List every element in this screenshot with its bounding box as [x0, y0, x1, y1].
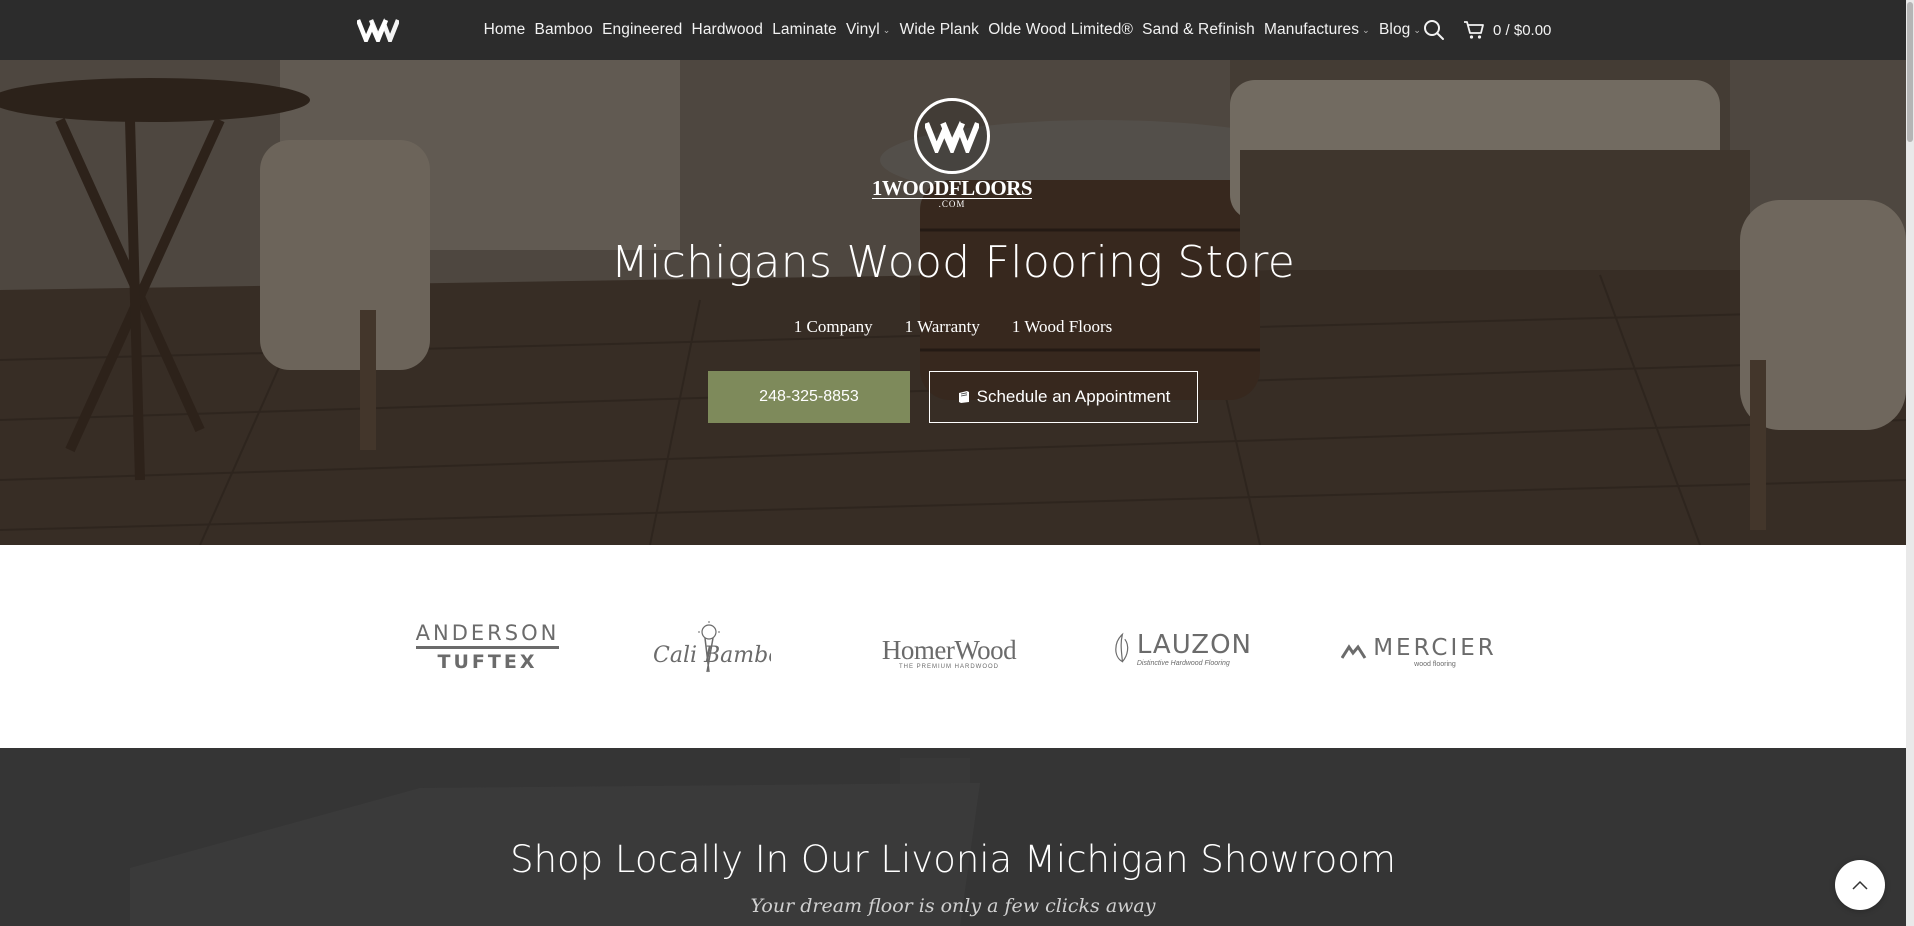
- brand-name: ANDERSON: [415, 621, 560, 649]
- nav-item-home[interactable]: Home: [479, 21, 530, 39]
- cart-icon: [1464, 21, 1484, 39]
- chevron-down-icon: ⌄: [1362, 24, 1370, 35]
- showroom-section: Shop Locally In Our Livonia Michigan Sho…: [0, 748, 1906, 926]
- cart-separator: /: [1505, 21, 1510, 39]
- brand-name: TUFTEX: [437, 651, 538, 673]
- brand-logo-mercier[interactable]: MERCIER wood flooring: [1333, 635, 1505, 668]
- brand-name: Cali Bamboo: [653, 643, 771, 668]
- cart-total: $0.00: [1513, 21, 1552, 39]
- nav-item-label: Vinyl: [845, 21, 880, 38]
- w-logo-icon: [925, 120, 979, 153]
- book-icon: [958, 391, 969, 403]
- brand-logo-anderson-tuftex[interactable]: ANDERSON TUFTEX: [415, 621, 560, 673]
- nav-item-blog[interactable]: Blog ⌄: [1374, 21, 1425, 39]
- main-nav: Home Bamboo Engineered Hardwood Laminate Viny…: [479, 0, 1426, 60]
- hero-logo-emblem: [914, 98, 990, 174]
- showroom-title: Shop Locally In Our Livonia Michigan Sho…: [510, 838, 1396, 881]
- nav-item-laminate[interactable]: Laminate: [768, 21, 842, 39]
- nav-item-label: Laminate: [772, 21, 837, 38]
- nav-item-olde-wood-limited[interactable]: Olde Wood Limited®: [984, 21, 1138, 39]
- nav-item-label: Olde Wood Limited®: [988, 21, 1133, 38]
- brand-tagline: THE PREMIUM HARDWOOD: [899, 664, 999, 670]
- hero-cta-group: 248-325-8853 Schedule an Appointment: [708, 371, 1198, 423]
- nav-item-label: Home: [483, 21, 526, 38]
- nav-item-label: Engineered: [602, 21, 683, 38]
- mercier-mark-icon: [1341, 643, 1367, 659]
- tagline-item: 1 Company: [793, 317, 873, 336]
- phone-button[interactable]: 248-325-8853: [708, 371, 910, 423]
- brand-name: LAUZON: [1136, 629, 1252, 660]
- schedule-appointment-button[interactable]: Schedule an Appointment: [929, 371, 1198, 423]
- brand-logo-homerwood[interactable]: HomerWood THE PREMIUM HARDWOOD: [873, 635, 1025, 670]
- nav-item-vinyl[interactable]: Vinyl ⌄: [841, 21, 895, 39]
- scroll-to-top-button[interactable]: [1835, 860, 1885, 910]
- site-header: Home Bamboo Engineered Hardwood Laminate Viny…: [0, 0, 1906, 60]
- cali-bamboo-logo-icon: Cali Bamboo: [653, 621, 771, 673]
- brand-name: MERCIER: [1373, 635, 1497, 661]
- cart-count: 0: [1493, 21, 1502, 39]
- nav-item-sand-refinish[interactable]: Sand & Refinish: [1138, 21, 1260, 39]
- chevron-up-icon: [1852, 880, 1868, 890]
- nav-item-bamboo[interactable]: Bamboo: [530, 21, 598, 39]
- chevron-down-icon: ⌄: [1413, 24, 1422, 35]
- search-icon: [1424, 20, 1444, 40]
- brand-tagline: Distinctive Hardwood Flooring: [1136, 659, 1230, 667]
- site-logo[interactable]: [356, 14, 400, 46]
- brand-logo-lauzon[interactable]: LAUZON Distinctive Hardwood Flooring: [1112, 629, 1252, 667]
- scrollbar-thumb[interactable]: [1907, 2, 1913, 142]
- brand-text-group: MERCIER wood flooring: [1373, 635, 1497, 668]
- hero-section: 1WOODFLOORS .COM Michigans Wood Flooring…: [0, 60, 1906, 545]
- nav-item-hardwood[interactable]: Hardwood: [687, 21, 768, 39]
- hero-tagline: 1 Company 1 Warranty 1 Wood Floors: [0, 317, 1906, 337]
- hero-logo-wordmark: 1WOODFLOORS: [871, 176, 1033, 200]
- brand-logo-cali-bamboo[interactable]: Cali Bamboo: [648, 619, 774, 679]
- leaf-icon: [1115, 632, 1129, 663]
- nav-item-label: Bamboo: [534, 21, 593, 38]
- cart-summary: 0 / $0.00: [1493, 22, 1551, 39]
- search-button[interactable]: [1423, 19, 1445, 41]
- hero-title: Michigans Wood Flooring Store: [610, 237, 1296, 288]
- brand-name: HomerWood: [881, 635, 1017, 665]
- hero-content: 1WOODFLOORS .COM Michigans Wood Flooring…: [0, 60, 1906, 545]
- tagline-item: 1 Wood Floors: [1011, 317, 1113, 336]
- brand-tagline: wood flooring: [1414, 661, 1456, 668]
- nav-item-label: Wide Plank: [899, 21, 980, 38]
- nav-item-label: Manufactures: [1264, 21, 1360, 38]
- nav-item-manufactures[interactable]: Manufactures ⌄: [1259, 21, 1374, 39]
- showroom-subtitle: Your dream floor is only a few clicks aw…: [750, 895, 1156, 917]
- nav-item-label: Blog: [1378, 21, 1411, 38]
- nav-item-label: Sand & Refinish: [1142, 21, 1255, 38]
- hero-logo: 1WOODFLOORS .COM: [871, 98, 1033, 210]
- hero-logo-dotcom: .COM: [938, 199, 966, 209]
- w-logo-icon: [357, 18, 399, 42]
- schedule-appointment-label: Schedule an Appointment: [976, 387, 1171, 406]
- nav-item-engineered[interactable]: Engineered: [597, 21, 686, 39]
- brand-text-group: LAUZON Distinctive Hardwood Flooring: [1137, 630, 1252, 667]
- page-scrollbar[interactable]: [1906, 0, 1914, 926]
- nav-item-label: Hardwood: [691, 21, 763, 38]
- nav-item-wide-plank[interactable]: Wide Plank: [895, 21, 984, 39]
- cart-button[interactable]: 0 / $0.00: [1463, 18, 1551, 42]
- brand-logos-strip: ANDERSON TUFTEX Cali Bamboo HomerWood TH…: [0, 545, 1906, 748]
- chevron-down-icon: ⌄: [882, 24, 891, 35]
- tagline-item: 1 Warranty: [904, 317, 980, 336]
